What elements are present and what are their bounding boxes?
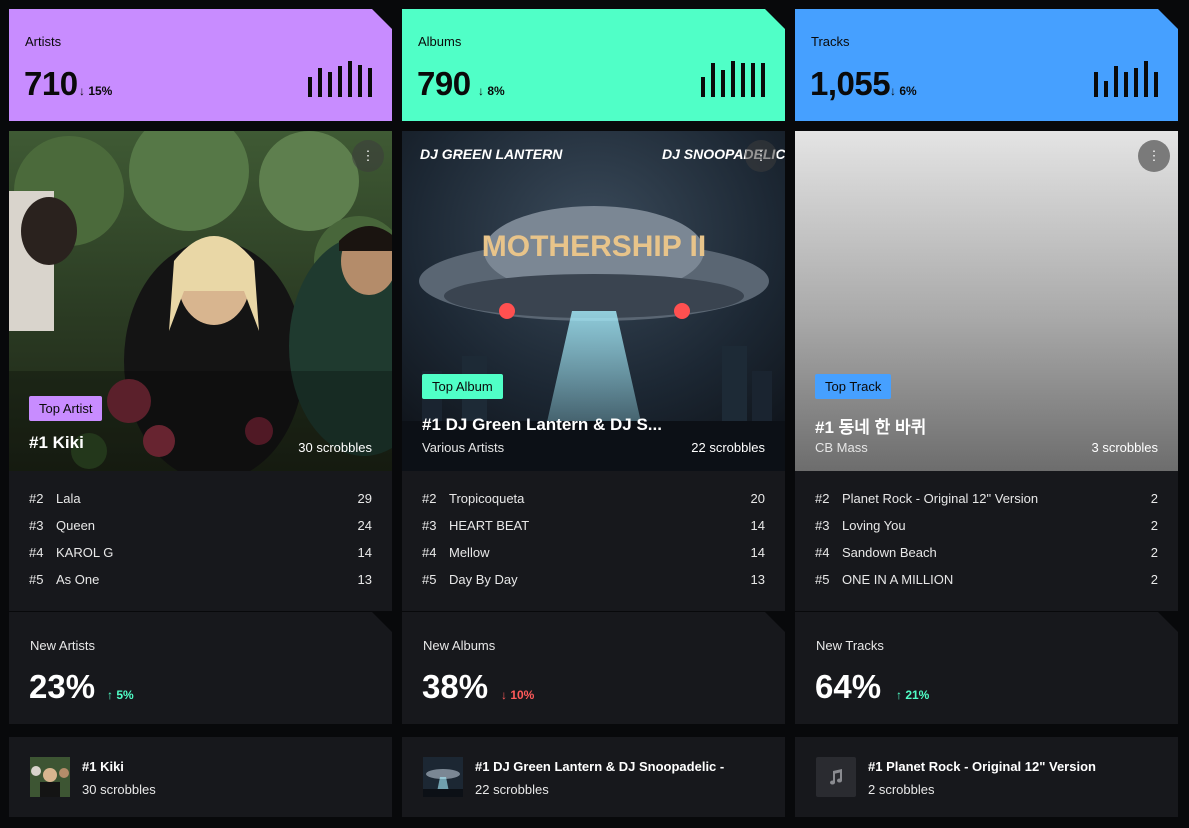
stat-value: 1,055 — [810, 65, 891, 102]
tracks-stat-card[interactable]: Tracks 1,055 ↓ 6% — [795, 9, 1178, 121]
list-item[interactable]: #5 As One 13 — [29, 572, 372, 592]
new-album-scrobbles: 22 scrobbles — [475, 782, 549, 797]
top-track-tag: Top Track — [815, 374, 892, 399]
spark-bar — [328, 72, 332, 97]
top-artist-tag: Top Artist — [29, 396, 103, 421]
new-track-title: #1 Planet Rock - Original 12" Version — [868, 759, 1096, 774]
new-delta: ↓ 10% — [501, 688, 535, 702]
artist-thumbnail — [30, 757, 70, 797]
new-delta: ↑ 21% — [896, 688, 930, 702]
spark-bar — [338, 66, 342, 97]
stat-delta: ↓ 6% — [890, 84, 917, 98]
spark-bar — [721, 70, 725, 97]
spark-bar — [308, 77, 312, 97]
new-track-scrobbles: 2 scrobbles — [868, 782, 935, 797]
list-item[interactable]: #3 Queen 24 — [29, 518, 372, 538]
stat-value: 790 — [417, 65, 471, 102]
spark-bar — [1124, 72, 1128, 97]
top-album-card[interactable]: DJ GREEN LANTERN DJ SNOOPADELIC MOTHERSH… — [402, 131, 785, 471]
spark-bar — [368, 68, 372, 97]
spark-bar — [1134, 68, 1138, 97]
spark-bar — [741, 63, 745, 97]
spark-bar — [318, 68, 322, 97]
new-artist-item[interactable]: #1 Kiki 30 scrobbles — [9, 737, 392, 817]
top-albums-list: #2 Tropicoqueta 20 #3 HEART BEAT 14 #4 Mellow… — [402, 471, 785, 611]
spark-bar — [1144, 61, 1148, 97]
spark-bar — [701, 77, 705, 97]
top-artist-title[interactable]: #1 Kiki — [29, 433, 84, 453]
new-label: New Tracks — [816, 638, 884, 653]
spark-bar — [1154, 72, 1158, 97]
new-artist-scrobbles: 30 scrobbles — [82, 782, 156, 797]
list-item[interactable]: #5 Day By Day 13 — [422, 572, 765, 592]
new-label: New Albums — [423, 638, 496, 653]
list-item[interactable]: #2 Tropicoqueta 20 — [422, 491, 765, 511]
spark-bar — [711, 63, 715, 97]
new-value: 38% — [422, 668, 489, 705]
new-album-title: #1 DJ Green Lantern & DJ Snoopadelic - — [475, 759, 725, 774]
top-track-scrobbles: 3 scrobbles — [1091, 440, 1158, 455]
list-item[interactable]: #5 ONE IN A MILLION 2 — [815, 572, 1158, 592]
list-item[interactable]: #2 Planet Rock - Original 12" Version 2 — [815, 491, 1158, 511]
top-album-artist[interactable]: Various Artists — [422, 440, 504, 455]
top-artist-card[interactable]: ⋮ Top Artist #1 Kiki 30 scrobbles — [9, 131, 392, 471]
list-item[interactable]: #3 Loving You 2 — [815, 518, 1158, 538]
tracks-column: Tracks 1,055 ↓ 6% ⋮ Top Track #1 동네 한 바퀴… — [795, 9, 1178, 611]
top-album-tag: Top Album — [422, 374, 503, 399]
top-album-scrobbles: 22 scrobbles — [691, 440, 765, 455]
top-track-title[interactable]: #1 동네 한 바퀴 — [815, 413, 926, 438]
new-label: New Artists — [30, 638, 96, 653]
album-thumbnail — [423, 757, 463, 797]
stat-label: Albums — [418, 34, 462, 49]
spark-bar — [761, 63, 765, 97]
stat-sparkbars — [308, 61, 372, 97]
list-item[interactable]: #4 KAROL G 14 — [29, 545, 372, 565]
new-tracks-card[interactable]: New Tracks 64% ↑ 21% — [795, 612, 1178, 724]
artists-column: Artists 710 ↓ 15% ⋮ Top Artist #1 Kiki 3… — [9, 9, 392, 611]
top-artists-list: #2 Lala 29 #3 Queen 24 #4 KAROL G 14 #5 As One 1… — [9, 471, 392, 611]
spark-bar — [731, 61, 735, 97]
top-track-card[interactable]: ⋮ Top Track #1 동네 한 바퀴 CB Mass 3 scrobbl… — [795, 131, 1178, 471]
stat-label: Artists — [25, 34, 62, 49]
spark-bar — [751, 63, 755, 97]
music-note-icon — [816, 757, 856, 797]
new-albums-card[interactable]: New Albums 38% ↓ 10% — [402, 612, 785, 724]
spark-bar — [1094, 72, 1098, 97]
stat-value: 710 — [24, 65, 78, 102]
new-value: 64% — [815, 668, 882, 705]
spark-bar — [1114, 66, 1118, 97]
top-album-title[interactable]: #1 DJ Green Lantern & DJ S... — [422, 415, 662, 435]
spark-bar — [348, 61, 352, 97]
list-item[interactable]: #4 Sandown Beach 2 — [815, 545, 1158, 565]
top-artist-scrobbles: 30 scrobbles — [298, 440, 372, 455]
new-artist-title: #1 Kiki — [82, 759, 124, 774]
new-album-item[interactable]: #1 DJ Green Lantern & DJ Snoopadelic - 2… — [402, 737, 785, 817]
new-delta: ↑ 5% — [107, 688, 134, 702]
artists-stat-card[interactable]: Artists 710 ↓ 15% — [9, 9, 392, 121]
stat-label: Tracks — [811, 34, 850, 49]
new-value: 23% — [29, 668, 96, 705]
stat-sparkbars — [1094, 61, 1158, 97]
new-artists-card[interactable]: New Artists 23% ↑ 5% — [9, 612, 392, 724]
stat-sparkbars — [701, 61, 765, 97]
list-item[interactable]: #3 HEART BEAT 14 — [422, 518, 765, 538]
spark-bar — [1104, 81, 1108, 97]
albums-stat-card[interactable]: Albums 790 ↓ 8% — [402, 9, 785, 121]
list-item[interactable]: #4 Mellow 14 — [422, 545, 765, 565]
spark-bar — [358, 65, 362, 97]
list-item[interactable]: #2 Lala 29 — [29, 491, 372, 511]
top-track-artist[interactable]: CB Mass — [815, 440, 868, 455]
top-tracks-list: #2 Planet Rock - Original 12" Version 2 #3… — [795, 471, 1178, 611]
stat-delta: ↓ 15% — [79, 84, 113, 98]
albums-column: Albums 790 ↓ 8% DJ GREEN LANTERN DJ SNOO… — [402, 9, 785, 611]
new-track-item[interactable]: #1 Planet Rock - Original 12" Version 2 … — [795, 737, 1178, 817]
stat-delta: ↓ 8% — [478, 84, 505, 98]
